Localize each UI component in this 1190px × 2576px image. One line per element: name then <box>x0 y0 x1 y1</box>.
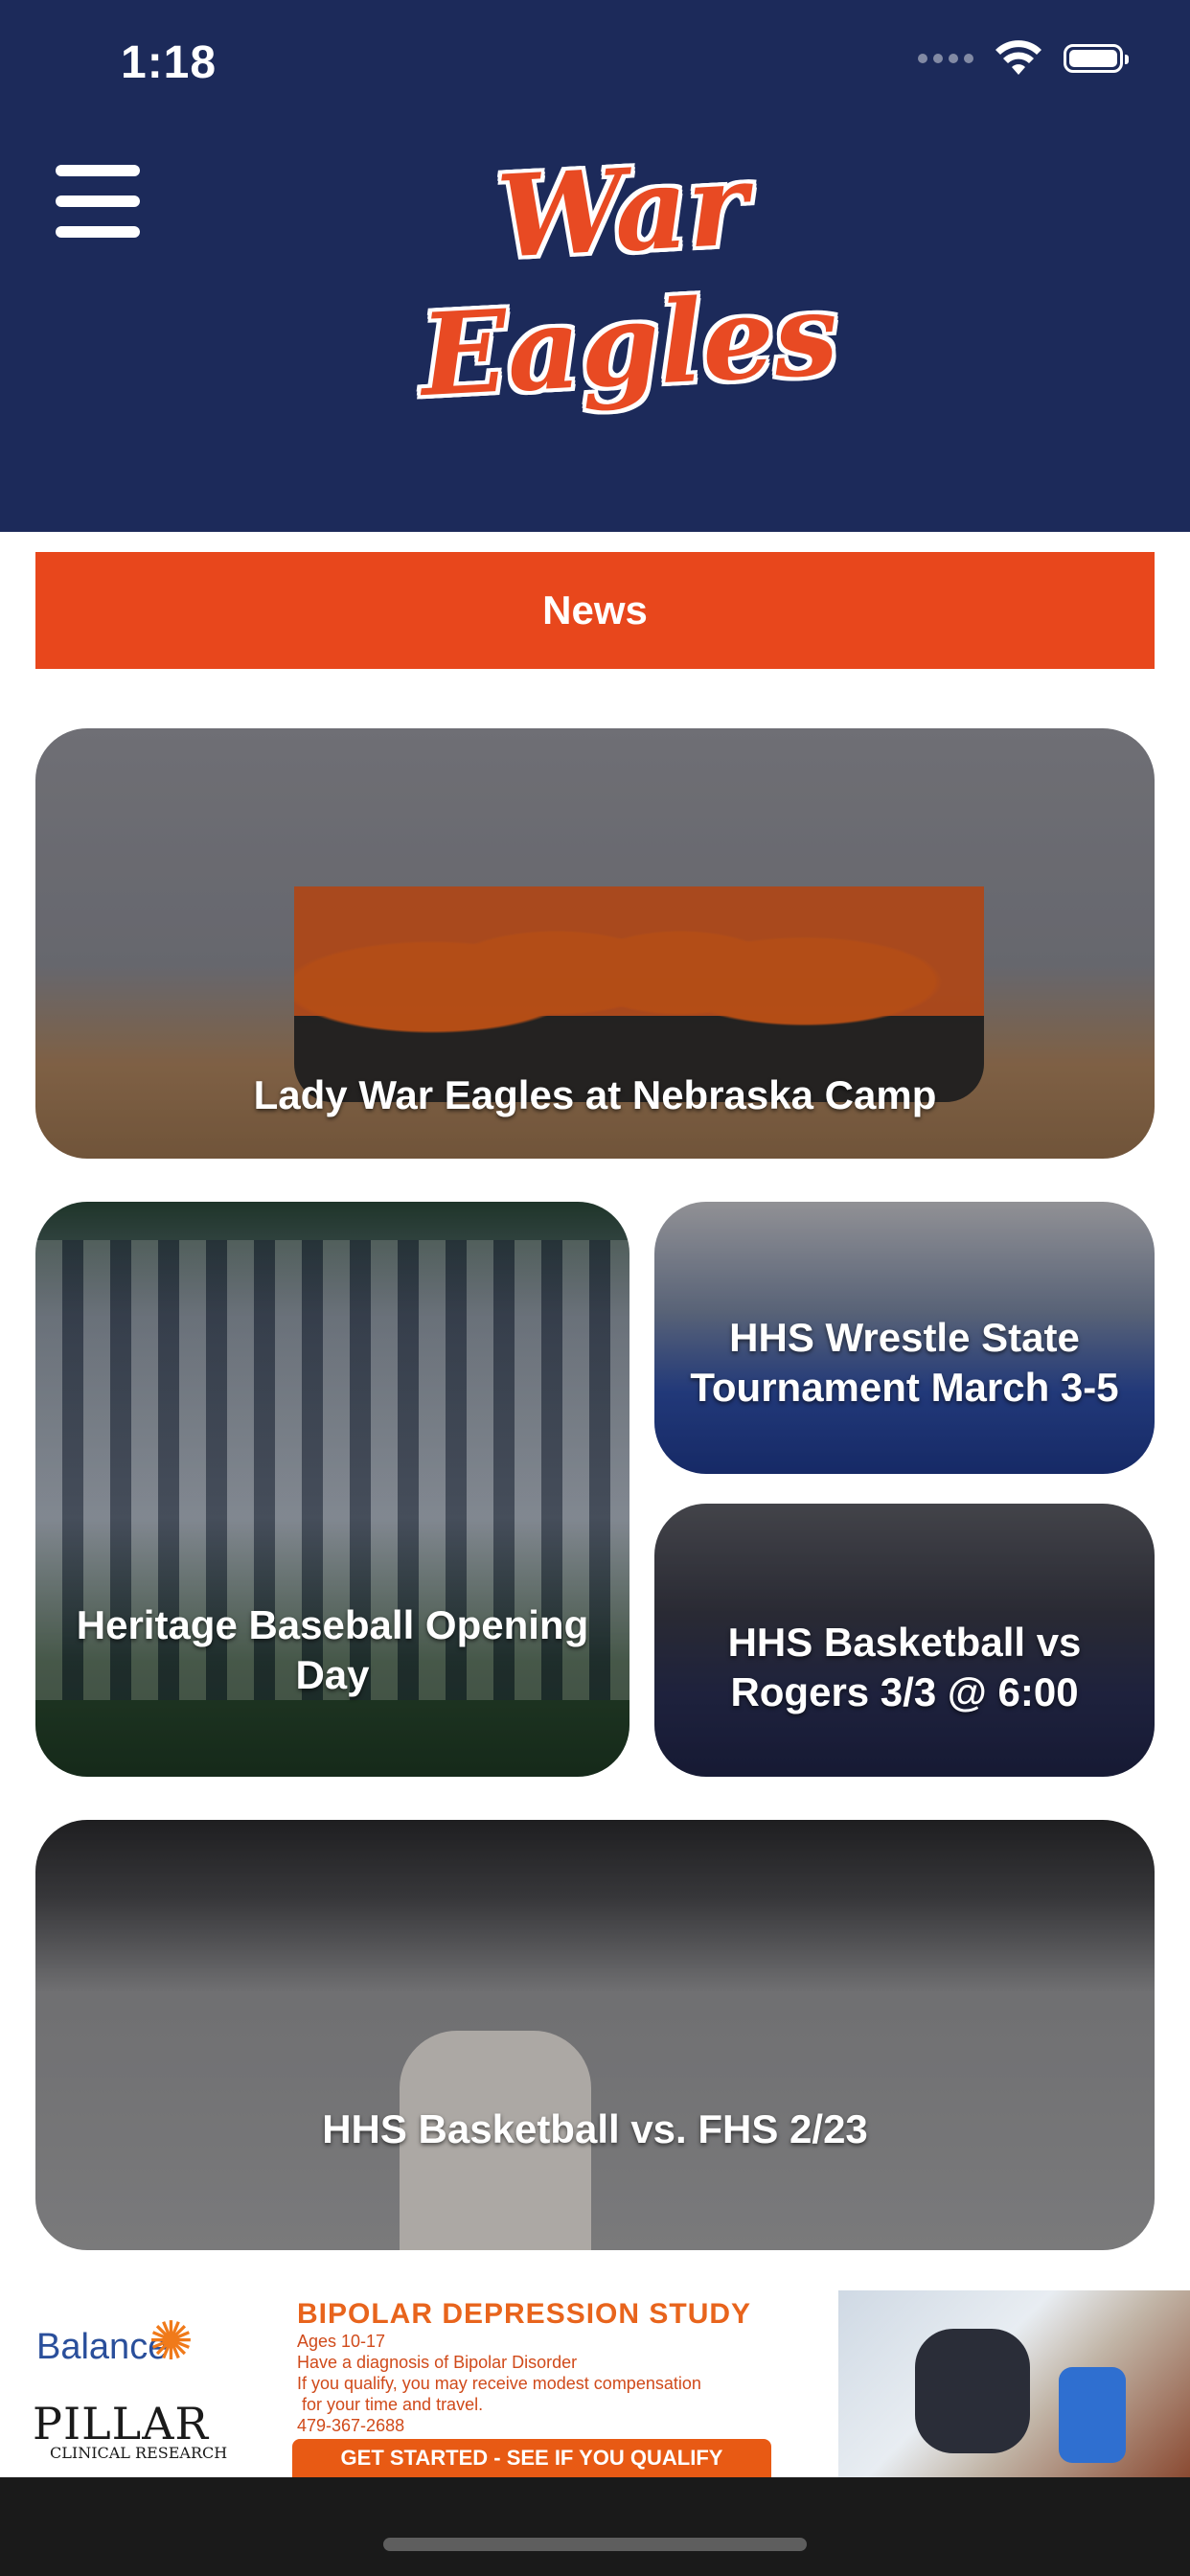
wifi-icon <box>995 40 1041 75</box>
ad-line: 479-367-2688 <box>297 2416 405 2435</box>
ad-line: Have a diagnosis of Bipolar Disorder <box>297 2353 578 2372</box>
bottom-bar <box>0 2477 1190 2576</box>
news-card-volleyball[interactable]: Lady War Eagles at Nebraska Camp <box>35 728 1155 1159</box>
ad-line: If you qualify, you may receive modest c… <box>297 2374 701 2393</box>
sun-icon: ✺ <box>149 2311 194 2371</box>
ad-logos: Balance ✺ PILLAR CLINICAL RESEARCH <box>0 2290 263 2477</box>
ad-brand-pillar-sub: CLINICAL RESEARCH <box>50 2444 228 2462</box>
battery-icon <box>1064 44 1129 73</box>
news-card-basketball-rogers[interactable]: HHS Basketball vs Rogers 3/3 @ 6:00 <box>654 1504 1155 1777</box>
app-header: 1:18 War Eagles <box>0 0 1190 532</box>
news-card-basketball-fhs[interactable]: HHS Basketball vs. FHS 2/23 <box>35 1820 1155 2250</box>
news-card-title: Lady War Eagles at Nebraska Camp <box>253 1072 937 1117</box>
ad-photo <box>838 2290 1190 2477</box>
logo: War Eagles <box>417 137 841 423</box>
ad-copy: BIPOLAR DEPRESSION STUDY Ages 10-17 Have… <box>263 2290 838 2477</box>
ad-line: Ages 10-17 <box>297 2332 386 2351</box>
hamburger-icon <box>56 165 140 176</box>
ad-brand-pillar: PILLAR <box>33 2398 210 2450</box>
news-card-title: HHS Basketball vs. FHS 2/23 <box>322 2106 868 2151</box>
news-card-title: Heritage Baseball Opening Day <box>76 1602 589 1697</box>
ad-cta-button[interactable]: GET STARTED - SEE IF YOU QUALIFY <box>292 2439 771 2477</box>
news-card-baseball[interactable]: Heritage Baseball Opening Day <box>35 1202 629 1777</box>
home-indicator[interactable] <box>383 2538 807 2551</box>
signal-icon <box>918 54 973 63</box>
section-title-bar: News <box>35 552 1155 669</box>
ad-banner[interactable]: Balance ✺ PILLAR CLINICAL RESEARCH BIPOL… <box>0 2290 1190 2477</box>
ad-line: for your time and travel. <box>297 2395 484 2414</box>
ad-heading: BIPOLAR DEPRESSION STUDY <box>297 2298 752 2330</box>
status-time: 1:18 <box>121 37 217 88</box>
status-icons <box>918 40 1129 77</box>
news-card-title: HHS Basketball vs Rogers 3/3 @ 6:00 <box>727 1620 1082 1714</box>
menu-button[interactable] <box>56 165 140 238</box>
news-card-title: HHS Wrestle State Tournament March 3-5 <box>690 1315 1119 1410</box>
news-card-wrestling[interactable]: HHS Wrestle State Tournament March 3-5 <box>654 1202 1155 1474</box>
